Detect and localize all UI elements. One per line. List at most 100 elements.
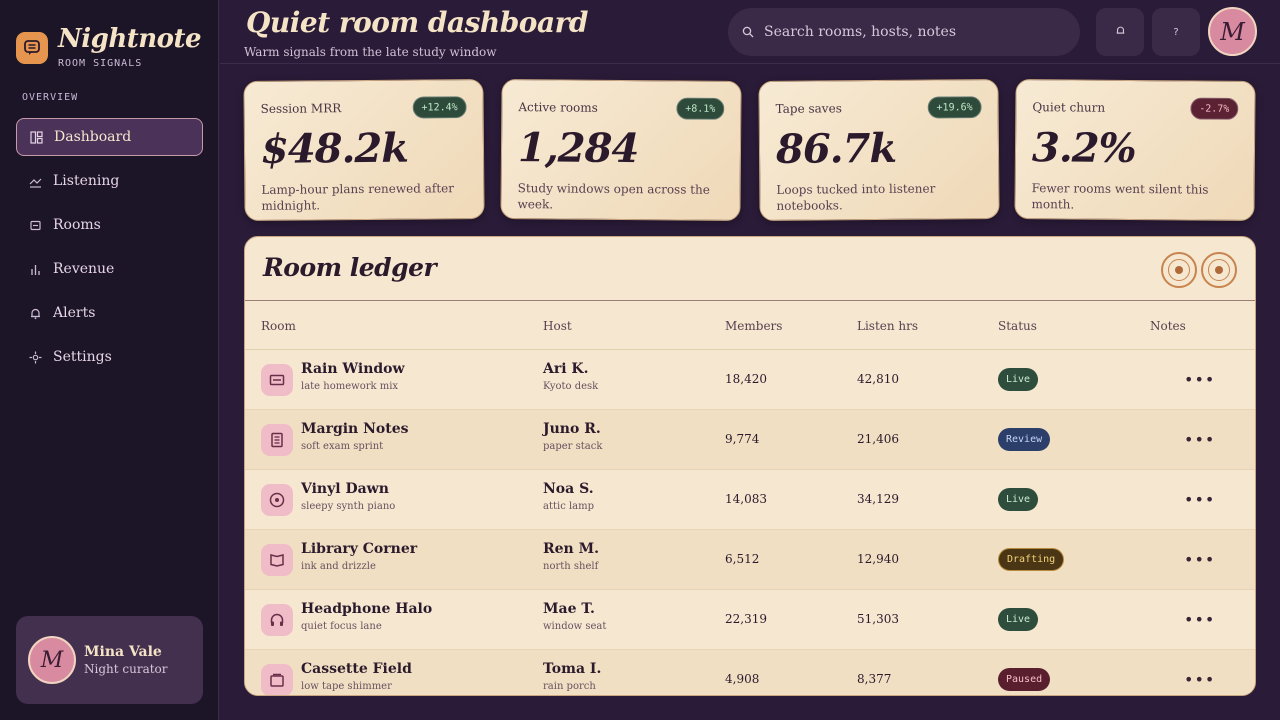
- column-header-members[interactable]: Members: [725, 319, 782, 333]
- host-location: rain porch: [543, 681, 596, 692]
- page-title: Quiet room dashboard: [246, 6, 588, 39]
- status-badge: Live: [998, 608, 1039, 631]
- kpi-label: Tape saves: [775, 101, 842, 116]
- dashboard-icon: [29, 130, 43, 144]
- kpi-card-active-rooms[interactable]: Active rooms +8.1% 1,284 Study windows o…: [500, 78, 742, 222]
- table-row[interactable]: Vinyl Dawn sleepy synth piano Noa S. att…: [245, 470, 1255, 530]
- members-count: 9,774: [725, 432, 760, 446]
- notifications-button[interactable]: [1096, 8, 1144, 56]
- host-location: attic lamp: [543, 501, 595, 512]
- kpi-value: $48.2k: [260, 124, 409, 173]
- host-location: window seat: [543, 621, 607, 632]
- sidebar-item-alerts[interactable]: Alerts: [16, 294, 203, 332]
- sidebar-item-dashboard[interactable]: Dashboard: [16, 118, 203, 156]
- room-name: Vinyl Dawn: [301, 481, 389, 497]
- window-icon: [261, 364, 293, 396]
- user-name: Mina Vale: [84, 644, 162, 660]
- kpi-value: 1,284: [517, 124, 639, 173]
- kpi-card-tape-saves[interactable]: Tape saves +19.6% 86.7k Loops tucked int…: [758, 78, 1000, 222]
- page-subtitle: Warm signals from the late study window: [244, 45, 497, 59]
- sidebar-item-rooms[interactable]: Rooms: [16, 206, 203, 244]
- status-badge: Live: [998, 488, 1039, 511]
- status-badge: Paused: [998, 668, 1051, 691]
- avatar: M: [28, 636, 76, 684]
- members-count: 4,908: [725, 672, 760, 686]
- listen-hours: 42,810: [857, 372, 899, 386]
- kpi-description: Loops tucked into listener notebooks.: [776, 181, 936, 213]
- listen-hours: 51,303: [857, 612, 899, 626]
- members-count: 22,319: [725, 612, 767, 626]
- trend-badge: +19.6%: [927, 96, 982, 119]
- kpi-label: Active rooms: [518, 100, 598, 115]
- brand-name: Nightnote: [58, 24, 202, 54]
- room-name: Headphone Halo: [301, 601, 433, 617]
- more-options-icon[interactable]: •••: [1184, 370, 1215, 389]
- host-location: Kyoto desk: [543, 381, 599, 392]
- sidebar-item-listening[interactable]: Listening: [16, 162, 203, 200]
- sidebar-item-label: Listening: [53, 173, 120, 189]
- search-bar[interactable]: [728, 8, 1080, 56]
- play-button[interactable]: [1201, 252, 1237, 288]
- members-count: 14,083: [725, 492, 767, 506]
- more-options-icon[interactable]: •••: [1184, 670, 1215, 689]
- host-location: north shelf: [543, 561, 599, 572]
- host-name: Ren M.: [543, 541, 599, 557]
- brand[interactable]: Nightnote ROOM SIGNALS: [16, 24, 202, 69]
- column-header-host[interactable]: Host: [543, 319, 572, 333]
- avatar[interactable]: M: [1208, 7, 1257, 56]
- bar-chart-icon: [28, 262, 42, 276]
- host-name: Ari K.: [543, 361, 589, 377]
- kpi-label: Quiet churn: [1032, 100, 1106, 115]
- host-name: Toma I.: [543, 661, 602, 677]
- column-header-notes: Notes: [1150, 319, 1186, 333]
- room-subtitle: late homework mix: [301, 381, 399, 392]
- host-name: Juno R.: [543, 421, 601, 437]
- room-subtitle: quiet focus lane: [301, 621, 382, 632]
- column-header-room[interactable]: Room: [261, 319, 296, 333]
- table-row[interactable]: Headphone Halo quiet focus lane Mae T. w…: [245, 590, 1255, 650]
- book-icon: [261, 544, 293, 576]
- sidebar-item-revenue[interactable]: Revenue: [16, 250, 203, 288]
- bell-icon: [28, 306, 42, 320]
- table-row[interactable]: Library Corner ink and drizzle Ren M. no…: [245, 530, 1255, 590]
- vinyl-icon: [261, 484, 293, 516]
- cassette-icon: [261, 664, 293, 695]
- chart-line-icon: [28, 174, 42, 188]
- kpi-description: Fewer rooms went silent this month.: [1031, 181, 1209, 212]
- room-subtitle: ink and drizzle: [301, 561, 376, 572]
- kpi-value: 86.7k: [775, 124, 897, 173]
- listen-hours: 8,377: [857, 672, 892, 686]
- kpi-description: Study windows open across the week.: [517, 181, 710, 212]
- headphones-icon: [261, 604, 293, 636]
- sidebar-item-label: Rooms: [53, 217, 101, 233]
- host-name: Mae T.: [543, 601, 595, 617]
- sidebar-item-label: Dashboard: [54, 129, 132, 145]
- sidebar-nav: Dashboard Listening Rooms Revenue Alerts…: [16, 118, 203, 382]
- sidebar-item-settings[interactable]: Settings: [16, 338, 203, 376]
- more-options-icon[interactable]: •••: [1184, 430, 1215, 449]
- notes-icon: [261, 424, 293, 456]
- room-subtitle: soft exam sprint: [301, 441, 384, 452]
- more-options-icon[interactable]: •••: [1184, 550, 1215, 569]
- status-badge: Drafting: [998, 548, 1065, 571]
- kpi-card-session-mrr[interactable]: Session MRR +12.4% $48.2k Lamp-hour plan…: [243, 78, 485, 222]
- more-options-icon[interactable]: •••: [1184, 610, 1215, 629]
- trend-badge: +12.4%: [412, 96, 467, 119]
- table-row[interactable]: Cassette Field low tape shimmer Toma I. …: [245, 650, 1255, 695]
- room-subtitle: sleepy synth piano: [301, 501, 396, 512]
- column-header-listen-hrs[interactable]: Listen hrs: [857, 319, 918, 333]
- room-ledger: Room ledger Room Host Members Listen hrs…: [244, 236, 1256, 696]
- help-button[interactable]: ?: [1152, 8, 1200, 56]
- more-options-icon[interactable]: •••: [1184, 490, 1215, 509]
- table-row[interactable]: Margin Notes soft exam sprint Juno R. pa…: [245, 410, 1255, 470]
- table-row[interactable]: Rain Window late homework mix Ari K. Kyo…: [245, 350, 1255, 410]
- kpi-card-quiet-churn[interactable]: Quiet churn -2.7% 3.2% Fewer rooms went …: [1014, 78, 1256, 222]
- record-button[interactable]: [1161, 252, 1197, 288]
- user-card[interactable]: M Mina Vale Night curator: [16, 616, 203, 704]
- column-header-status[interactable]: Status: [998, 319, 1037, 333]
- search-input[interactable]: [764, 24, 1054, 40]
- bell-icon: [1115, 25, 1126, 39]
- listen-hours: 34,129: [857, 492, 899, 506]
- room-name: Cassette Field: [301, 661, 412, 677]
- sidebar: Nightnote ROOM SIGNALS OVERVIEW Dashboar…: [0, 0, 219, 720]
